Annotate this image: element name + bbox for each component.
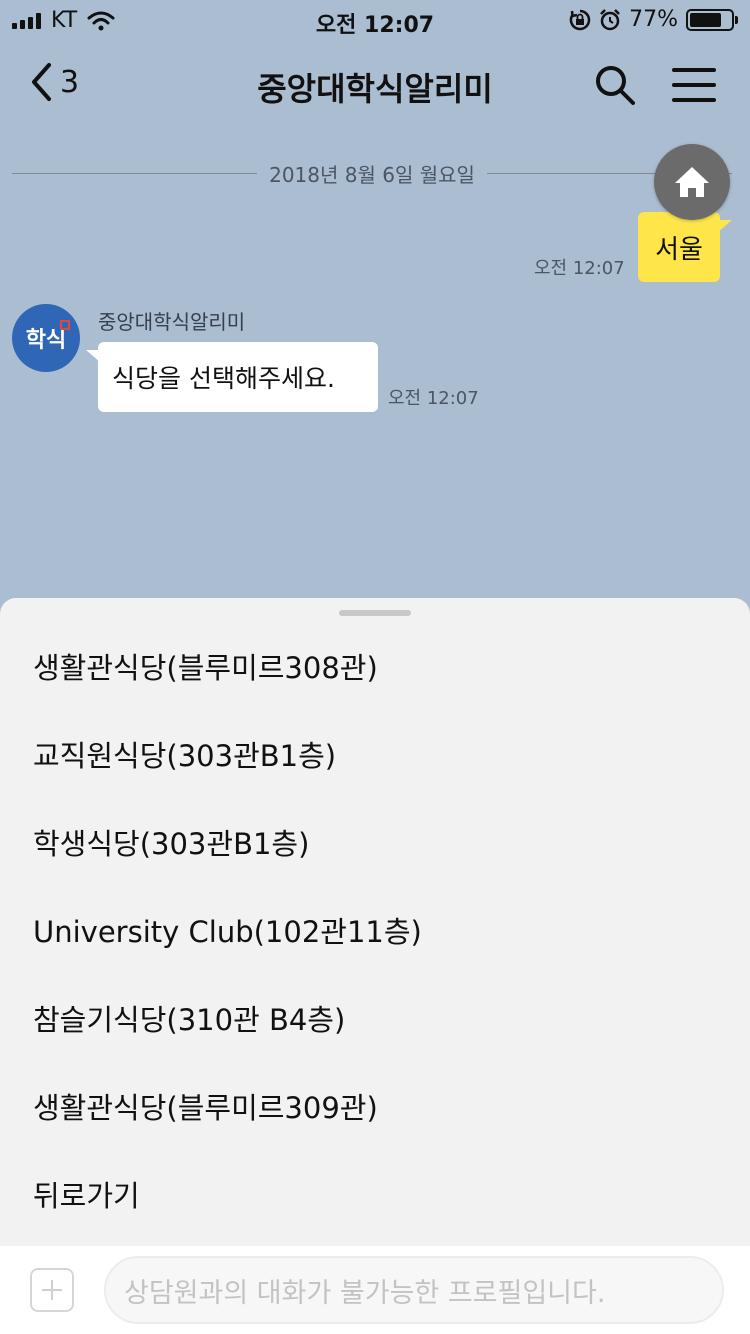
input-bar: 상담원과의 대화가 불가능한 프로필입니다.	[0, 1246, 750, 1334]
avatar-mark	[60, 320, 70, 330]
date-divider: 2018년 8월 6일 월요일	[12, 158, 733, 188]
nav-bar: 3 중앙대학식알리미	[0, 40, 750, 130]
quick-reply-item[interactable]: 생활관식당(블루미르308관)	[0, 622, 750, 710]
quick-reply-item[interactable]: University Club(102관11층)	[0, 886, 750, 974]
my-message-time: 오전 12:07	[534, 258, 625, 279]
quick-reply-sheet: 생활관식당(블루미르308관) 교직원식당(303관B1층) 학생식당(303관…	[0, 598, 750, 1246]
page-title: 중앙대학식알리미	[257, 70, 493, 108]
plus-icon[interactable]	[30, 1268, 74, 1312]
divider-line	[12, 172, 258, 174]
quick-reply-item[interactable]: 학생식당(303관B1층)	[0, 798, 750, 886]
bot-name: 중앙대학식알리미	[98, 310, 246, 334]
sheet-grabber[interactable]	[339, 610, 411, 616]
battery-level	[690, 12, 721, 27]
home-icon	[675, 167, 709, 197]
status-right: 77%	[569, 7, 738, 32]
status-bar: KT 오전 12:07 77%	[0, 0, 750, 40]
quick-reply-list: 생활관식당(블루미르308관) 교직원식당(303관B1층) 학생식당(303관…	[0, 622, 750, 1238]
avatar[interactable]: 학식	[12, 304, 80, 372]
bot-message-bubble: 식당을 선택해주세요.	[86, 342, 378, 412]
rotation-lock-icon	[569, 9, 591, 30]
back-button[interactable]: 3	[30, 62, 79, 102]
my-message-bubble: 서울	[638, 212, 732, 282]
quick-reply-item[interactable]: 교직원식당(303관B1층)	[0, 710, 750, 798]
quick-reply-item[interactable]: 참슬기식당(310관 B4층)	[0, 974, 750, 1062]
home-button[interactable]	[654, 144, 730, 220]
search-icon[interactable]	[594, 64, 636, 106]
bot-message-time: 오전 12:07	[388, 388, 479, 409]
back-count: 3	[60, 64, 80, 100]
message-input[interactable]: 상담원과의 대화가 불가능한 프로필입니다.	[104, 1256, 724, 1324]
quick-reply-back[interactable]: 뒤로가기	[0, 1150, 750, 1238]
back-chevron-icon	[32, 63, 51, 101]
menu-icon[interactable]	[672, 68, 716, 102]
alarm-icon	[600, 8, 620, 30]
battery-percent: 77%	[629, 7, 678, 32]
quick-reply-item[interactable]: 생활관식당(블루미르309관)	[0, 1062, 750, 1150]
date-label: 2018년 8월 6일 월요일	[269, 162, 475, 187]
battery-icon	[686, 8, 738, 31]
